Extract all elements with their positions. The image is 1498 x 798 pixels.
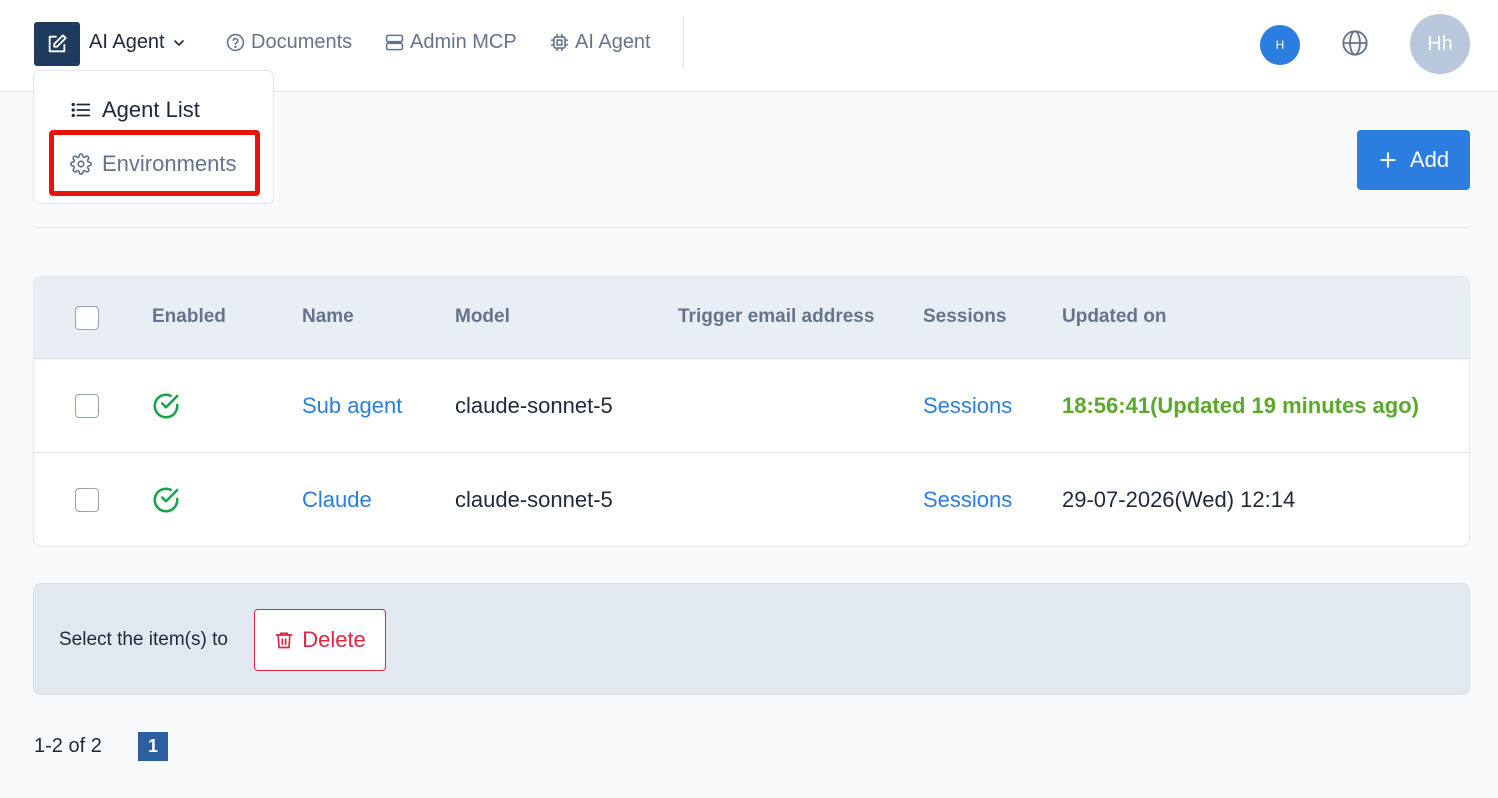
trash-icon [275, 632, 293, 649]
nav-documents[interactable]: Documents [226, 31, 352, 54]
column-header-model: Model [455, 306, 510, 327]
workspace-avatar-text: H [1275, 38, 1285, 52]
delete-button-label: Delete [302, 627, 366, 652]
plus-icon [1380, 152, 1396, 168]
list-icon [71, 102, 91, 118]
section-divider [34, 227, 1470, 228]
table-row: Claude claude-sonnet-5 Sessions 29-07-20… [34, 453, 1469, 546]
nav-admin-mcp-label: Admin MCP [410, 31, 517, 53]
page-button-current[interactable]: 1 [138, 732, 168, 761]
column-header-updated-on: Updated on [1062, 306, 1167, 327]
workspace-avatar[interactable]: H [1260, 25, 1300, 65]
updated-on: 18:56:41(Updated 19 minutes ago) [1062, 393, 1419, 418]
nav-ai-agent-label: AI Agent [575, 31, 651, 53]
sessions-link[interactable]: Sessions [923, 487, 1012, 513]
agent-model: claude-sonnet-5 [455, 487, 613, 512]
globe-icon [1342, 30, 1368, 56]
agent-model: claude-sonnet-5 [455, 393, 613, 418]
edit-icon [48, 34, 67, 53]
updated-on: 29-07-2026(Wed) 12:14 [1062, 487, 1296, 512]
column-header-name: Name [302, 306, 354, 327]
nav-divider [683, 16, 684, 70]
menu-item-environments-label: Environments [102, 151, 237, 176]
agent-name-link[interactable]: Sub agent [302, 393, 402, 419]
nav-admin-mcp[interactable]: Admin MCP [385, 31, 517, 54]
row-checkbox[interactable] [75, 394, 99, 418]
bulk-action-bar: Select the item(s) to Delete [33, 583, 1470, 695]
add-button[interactable]: Add [1357, 130, 1470, 190]
sessions-link[interactable]: Sessions [923, 393, 1012, 419]
menu-item-agent-list-label: Agent List [102, 97, 200, 122]
cpu-chip-icon [550, 33, 569, 52]
bulk-action-text: Select the item(s) to [59, 629, 228, 650]
help-circle-icon [226, 33, 245, 52]
add-button-label: Add [1409, 147, 1450, 172]
column-header-sessions: Sessions [923, 306, 1007, 327]
server-icon [385, 34, 404, 51]
delete-button[interactable]: Delete [254, 609, 386, 671]
language-button[interactable] [1341, 29, 1369, 57]
column-header-trigger-email: Trigger email address [678, 306, 875, 327]
select-all-checkbox[interactable] [75, 306, 99, 330]
enabled-check-icon [153, 487, 179, 513]
gear-icon [70, 153, 92, 175]
nav-documents-label: Documents [251, 31, 353, 53]
edit-icon-button[interactable] [34, 22, 80, 66]
pagination-range: 1-2 of 2 [34, 735, 102, 757]
table-row: Sub agent claude-sonnet-5 Sessions 18:56… [34, 359, 1469, 453]
menu-item-environments[interactable]: Environments [70, 151, 237, 177]
nav-ai-agent[interactable]: AI Agent [550, 31, 651, 54]
ai-agent-dropdown-menu: Agent List Environments [33, 70, 274, 204]
user-avatar-text: Hh [1427, 32, 1453, 55]
user-avatar[interactable]: Hh [1410, 14, 1470, 74]
table-header: Enabled Name Model Trigger email address… [34, 277, 1469, 359]
row-checkbox[interactable] [75, 488, 99, 512]
menu-trigger-label: AI Agent [89, 31, 165, 53]
chevron-down-icon [173, 39, 184, 46]
enabled-check-icon [153, 393, 179, 419]
menu-item-agent-list[interactable]: Agent List [70, 97, 200, 123]
ai-agent-menu-trigger[interactable]: AI Agent [89, 31, 187, 54]
agent-name-link[interactable]: Claude [302, 487, 372, 513]
column-header-enabled: Enabled [152, 306, 226, 327]
agents-table: Enabled Name Model Trigger email address… [33, 276, 1470, 547]
